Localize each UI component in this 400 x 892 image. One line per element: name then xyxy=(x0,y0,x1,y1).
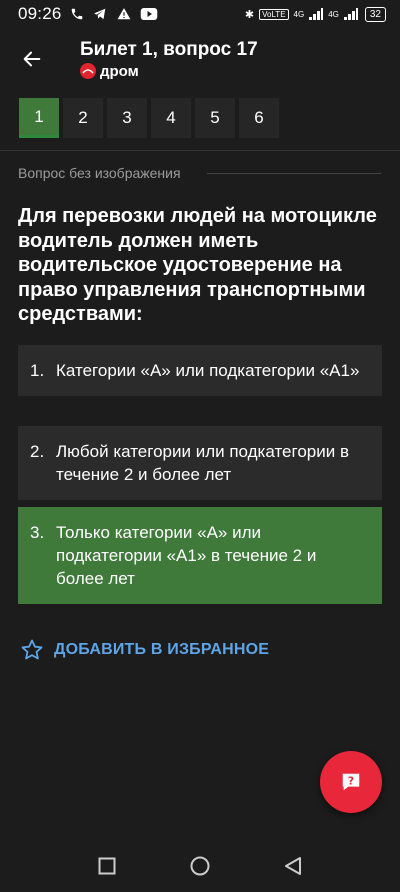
add-to-favorites-button[interactable]: ДОБАВИТЬ В ИЗБРАННОЕ xyxy=(20,638,269,662)
question-tabs: 1 2 3 4 5 6 xyxy=(19,98,279,138)
home-button[interactable] xyxy=(185,851,215,881)
answer-number: 2. xyxy=(30,442,45,461)
circle-icon xyxy=(190,856,210,876)
phone-icon xyxy=(71,8,82,20)
answer-text: Только категории «А» или подкатегории «А… xyxy=(56,523,317,588)
help-fab-button[interactable]: ? xyxy=(320,751,382,813)
notification-icons xyxy=(70,7,158,21)
star-outline-icon xyxy=(21,639,43,660)
no-image-label: Вопрос без изображения xyxy=(18,165,181,181)
no-image-divider xyxy=(207,173,381,174)
tab-2[interactable]: 2 xyxy=(63,98,103,138)
recents-button[interactable] xyxy=(92,851,122,881)
brand: дром xyxy=(80,63,258,80)
answer-number: 1. xyxy=(30,361,45,380)
alert-icon xyxy=(117,8,130,20)
system-nav-bar xyxy=(0,840,400,892)
title-block: Билет 1, вопрос 17 дром xyxy=(80,39,258,80)
tabs-divider xyxy=(0,150,400,151)
status-right: ✱ VoLTE 4G 4G 32 xyxy=(244,6,386,22)
volte-label: VoLTE xyxy=(259,8,289,20)
back-nav-button[interactable] xyxy=(278,851,308,881)
answer-option-2[interactable]: 2. Любой категории или подкатегории в те… xyxy=(18,426,382,500)
tab-1[interactable]: 1 xyxy=(19,98,59,138)
answer-text: Любой категории или подкатегории в течен… xyxy=(56,442,349,484)
app-toolbar: Билет 1, вопрос 17 дром xyxy=(0,34,400,84)
status-bar: 09:26 ✱ VoLTE 4G 4G 32 xyxy=(0,0,400,28)
answer-number: 3. xyxy=(30,523,45,542)
status-left: 09:26 xyxy=(18,4,158,24)
favorite-label: ДОБАВИТЬ В ИЗБРАННОЕ xyxy=(54,641,270,658)
answer-text: Категории «А» или подкатегории «А1» xyxy=(56,361,360,380)
svg-text:?: ? xyxy=(348,774,354,787)
signal-label-1: 4G xyxy=(293,9,305,19)
tab-5[interactable]: 5 xyxy=(195,98,235,138)
tab-6[interactable]: 6 xyxy=(239,98,279,138)
page-title: Билет 1, вопрос 17 xyxy=(80,38,258,60)
signal-icon xyxy=(309,8,324,20)
question-text: Для перевозки людей на мотоцикле водител… xyxy=(18,205,377,325)
answer-option-1[interactable]: 1. Категории «А» или подкатегории «А1» xyxy=(18,345,382,396)
answer-option-3[interactable]: 3. Только категории «А» или подкатегории… xyxy=(18,507,382,604)
signal-icon-2 xyxy=(343,8,358,20)
square-icon xyxy=(98,857,116,875)
battery-indicator: 32 xyxy=(364,6,386,22)
brand-name: дром xyxy=(100,62,139,80)
question-chat-icon: ? xyxy=(342,773,360,791)
telegram-icon xyxy=(93,8,105,20)
youtube-icon xyxy=(140,8,157,20)
drom-logo-icon xyxy=(80,63,96,79)
tab-3[interactable]: 3 xyxy=(107,98,147,138)
arrow-back-icon xyxy=(23,51,41,67)
back-button[interactable] xyxy=(18,45,46,73)
tab-4[interactable]: 4 xyxy=(151,98,191,138)
status-time: 09:26 xyxy=(18,4,62,23)
bluetooth-icon: ✱ xyxy=(244,8,255,21)
signal-label-2: 4G xyxy=(328,9,339,19)
triangle-back-icon xyxy=(285,857,302,875)
